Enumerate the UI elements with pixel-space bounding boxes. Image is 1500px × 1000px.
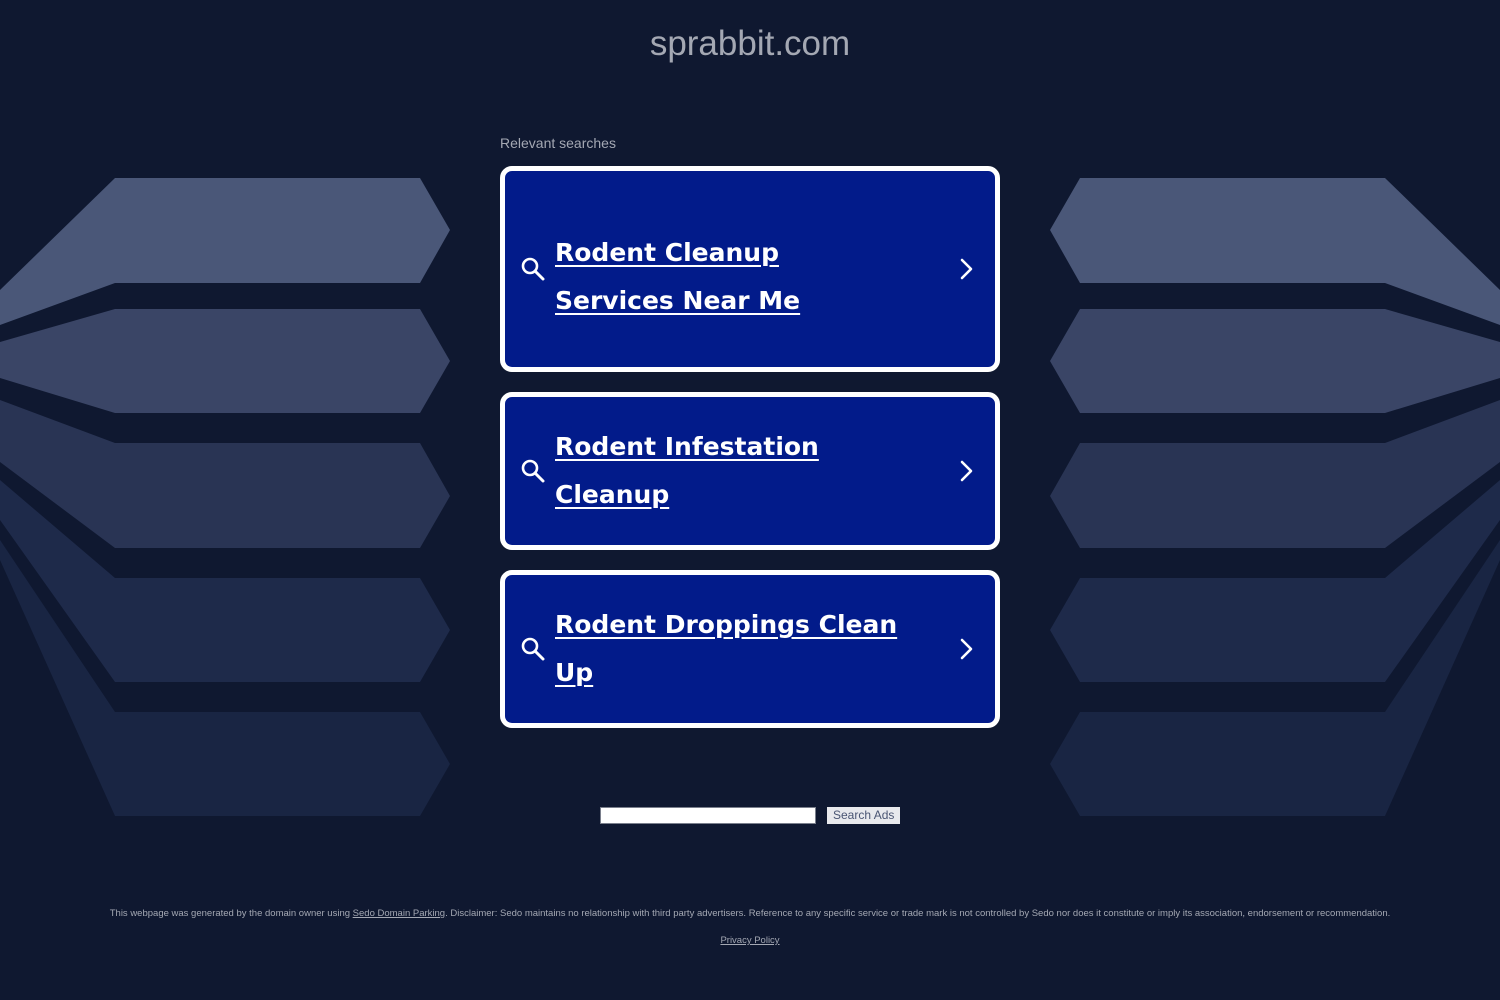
left-band-1 <box>0 178 450 325</box>
privacy-row: Privacy Policy <box>0 935 1500 946</box>
chevron-right-icon <box>960 258 973 280</box>
left-band-2 <box>0 309 450 413</box>
disclaimer-suffix: . Disclaimer: Sedo maintains no relation… <box>445 908 1391 919</box>
search-icon <box>521 459 545 483</box>
search-result-link[interactable]: Rodent Infestation Cleanup <box>555 423 935 519</box>
disclaimer-prefix: This webpage was generated by the domain… <box>109 908 353 919</box>
site-domain-title: sprabbit.com <box>649 24 851 63</box>
right-band-1 <box>1050 178 1500 325</box>
chevron-right-icon <box>960 638 973 660</box>
search-result-link[interactable]: Rodent Cleanup Services Near Me <box>555 229 895 325</box>
search-ads-input[interactable] <box>600 807 816 824</box>
parking-page: sprabbit.com Relevant searches Rodent Cl… <box>0 0 1500 1000</box>
search-icon <box>521 257 545 281</box>
right-band-3 <box>1050 400 1500 548</box>
search-icon <box>521 637 545 661</box>
search-result-card[interactable]: Rodent Droppings Clean Up <box>500 570 1000 728</box>
left-band-3 <box>0 400 450 548</box>
chevron-right-icon <box>960 460 973 482</box>
sedo-parking-link[interactable]: Sedo Domain Parking <box>353 908 445 919</box>
footer-disclaimer: This webpage was generated by the domain… <box>0 908 1500 919</box>
search-ads-button[interactable]: Search Ads <box>827 807 901 824</box>
search-ads-form: Search Ads <box>600 807 901 824</box>
search-result-card[interactable]: Rodent Cleanup Services Near Me <box>500 166 1000 372</box>
right-band-2 <box>1050 309 1500 413</box>
search-result-link[interactable]: Rodent Droppings Clean Up <box>555 601 935 697</box>
relevant-searches-label: Relevant searches <box>500 135 616 151</box>
search-result-card[interactable]: Rodent Infestation Cleanup <box>500 392 1000 550</box>
privacy-policy-link[interactable]: Privacy Policy <box>720 935 779 946</box>
